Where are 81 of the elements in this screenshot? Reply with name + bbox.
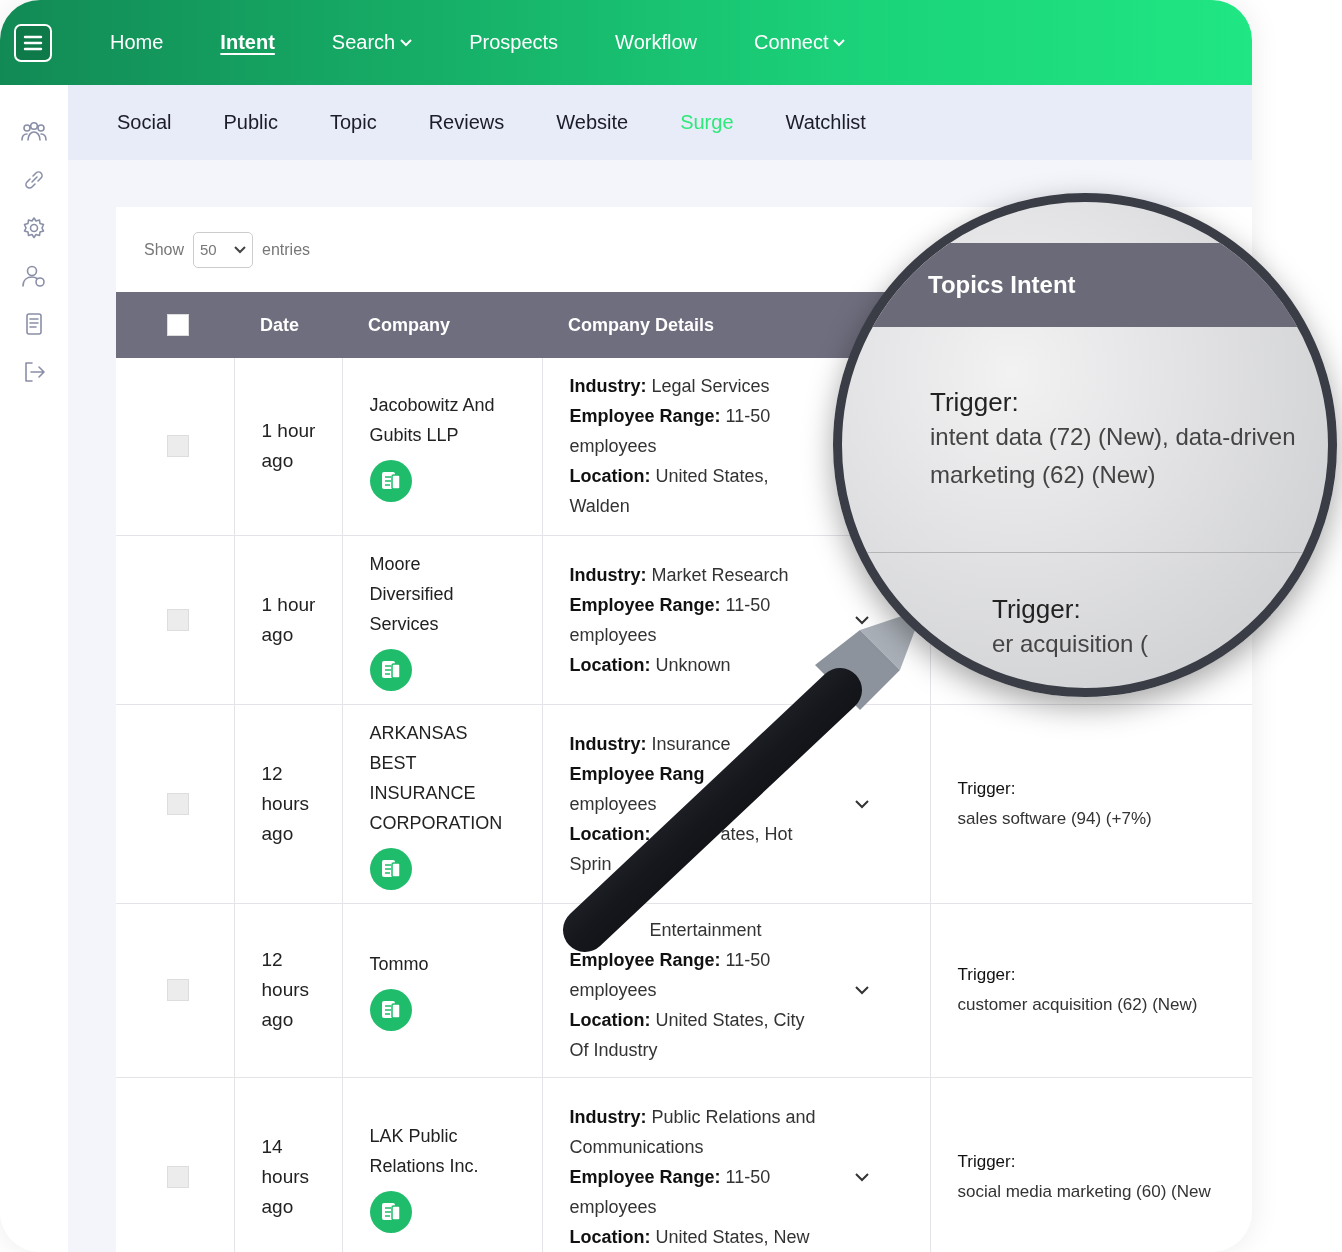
detail-text: Employee Range: 11-50 [569, 405, 771, 429]
detail-text: Industry: Market Research [569, 563, 789, 587]
document-icon[interactable] [369, 648, 412, 691]
trigger-label: Trigger: [957, 964, 1017, 986]
detail-text: Location: United States, [569, 465, 769, 489]
company-name: Moore Diversified Services [369, 552, 455, 636]
detail-text: Employee Range: 11-50 [569, 593, 771, 617]
detail-text: Employee Range: 11-50 [569, 949, 771, 972]
trigger-label: Trigger: [957, 777, 1017, 800]
row-checkbox[interactable] [167, 1166, 189, 1188]
detail-text: Walden [569, 495, 630, 519]
caret-icon [234, 245, 247, 254]
detail-text: employees [569, 623, 657, 647]
sub-nav-tab[interactable]: Website [556, 111, 629, 134]
detail-text: Entertainment [649, 919, 762, 942]
show-label: Show [144, 240, 185, 259]
nav-item[interactable]: Search [331, 31, 413, 54]
trigger-text: er acquisition ( [992, 629, 1150, 659]
column-header: Topics Intent [928, 271, 1076, 299]
column-header[interactable]: Company [368, 314, 450, 335]
chevron-down-icon[interactable] [853, 613, 870, 626]
detail-text: Location: [569, 822, 651, 846]
detail-text: employees [569, 1196, 657, 1219]
trigger-text: social media marketing (60) (New [957, 1181, 1212, 1203]
nav-item[interactable]: Intent [220, 31, 275, 54]
detail-text: Location: United States, City [569, 1009, 805, 1032]
detail-text: Industry: Public Relations and [569, 1106, 816, 1129]
date-text: 1 hour ago [261, 419, 317, 474]
trigger-label: Trigger: [957, 1151, 1017, 1173]
trigger-text: customer acquisition (62) (New) [957, 994, 1199, 1016]
trigger-text: sales software (94) (+7%) [957, 807, 1153, 830]
detail-text: Communications [569, 1136, 704, 1159]
sub-nav-tab[interactable]: Social [117, 111, 172, 134]
detail-text: Industry: Legal Services [569, 375, 770, 399]
trigger-text: intent data (72) (New), data-driven marketing (62) (New) [930, 422, 1297, 490]
detail-text: Location: United States, New [569, 1226, 810, 1249]
document-icon[interactable] [369, 1191, 412, 1233]
date-text: 12 hours ago [261, 761, 311, 846]
detail-text: Employee Rang [569, 762, 705, 786]
date-text: 14 hours ago [261, 1135, 311, 1219]
row-checkbox[interactable] [167, 979, 189, 1001]
trigger-label: Trigger: [930, 387, 1020, 418]
date-text: 12 hours ago [261, 948, 311, 1032]
sub-nav-tab[interactable]: Public [223, 111, 278, 134]
trigger-label: Trigger: [992, 594, 1082, 625]
chevron-down-icon[interactable] [853, 984, 870, 996]
sub-nav-tab[interactable]: Topic [329, 111, 377, 134]
detail-text: employees [569, 792, 657, 816]
detail-text: Of Industry [569, 1039, 658, 1062]
company-name: Tommo [369, 953, 430, 976]
detail-text: Location: Unknown [569, 653, 731, 677]
menu-button[interactable] [14, 23, 52, 62]
menu-icon [23, 33, 43, 52]
detail-text: Industry: Insurance [569, 732, 731, 756]
document-icon[interactable] [369, 847, 412, 890]
entries-label: entries [262, 240, 311, 259]
detail-text: employees [569, 435, 657, 459]
entries-dropdown[interactable]: 50 [193, 231, 254, 268]
user-icon[interactable] [20, 263, 48, 289]
detail-text: ates, Hot [720, 822, 793, 846]
detail-text: Employee Range: 11-50 [569, 1166, 771, 1189]
row-checkbox[interactable] [167, 608, 189, 631]
company-name: ARKANSAS BEST INSURANCE CORPORATION [369, 721, 504, 835]
row-checkbox[interactable] [167, 435, 189, 458]
document-icon[interactable] [369, 460, 412, 503]
company-name: LAK Public Relations Inc. [369, 1125, 480, 1178]
chevron-down-icon[interactable] [853, 1171, 870, 1183]
column-header[interactable]: Date [260, 314, 299, 335]
nav-item[interactable]: Home [110, 31, 164, 54]
sub-nav-tab[interactable]: Reviews [428, 111, 505, 134]
chevron-down-icon[interactable] [853, 797, 870, 810]
detail-text: employees [569, 979, 657, 1002]
sub-nav-tab[interactable]: Watchlist [785, 111, 866, 134]
nav-item[interactable]: Prospects [469, 31, 559, 54]
row-checkbox[interactable] [167, 792, 189, 815]
date-text: 1 hour ago [261, 592, 317, 647]
detail-text: Sprin [569, 852, 612, 876]
company-name: Jacobowitz And Gubits LLP [369, 394, 496, 448]
document-icon[interactable] [369, 989, 412, 1031]
column-header[interactable]: Company Details [568, 314, 715, 335]
select-all-checkbox[interactable] [167, 314, 189, 336]
